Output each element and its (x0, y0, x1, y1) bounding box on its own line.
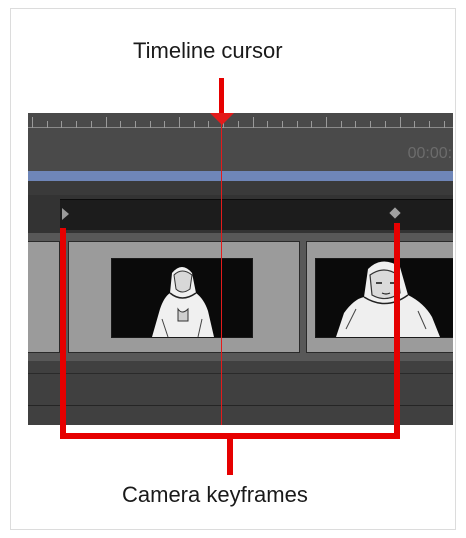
timeline-cursor-line[interactable] (221, 113, 222, 425)
ruler-tick (90, 121, 92, 128)
ruler-tick (370, 121, 372, 128)
character-sketch-2 (336, 261, 440, 337)
keyframe-bracket-left (60, 228, 66, 438)
ruler-tick (46, 121, 48, 128)
panel-clip-previous[interactable] (28, 241, 60, 353)
ruler-tick (355, 121, 357, 128)
track-divider (28, 405, 453, 406)
camera-keyframes-caption: Camera keyframes (122, 482, 308, 507)
ruler-tick (134, 121, 136, 128)
ruler-tick (105, 117, 107, 128)
timeline-cursor-caption: Timeline cursor (133, 38, 283, 63)
keyframe-bracket-right (394, 223, 400, 438)
ruler-tick (237, 121, 239, 128)
panel-thumbnail-2 (315, 258, 453, 338)
ruler-tick (61, 121, 63, 128)
ruler-tick (428, 121, 430, 128)
keyframe-callout-stem (227, 433, 233, 475)
ruler-tick (179, 117, 180, 128)
keyframe-start-icon[interactable] (62, 208, 69, 220)
ruler-tick (414, 121, 416, 128)
panel-clip-1[interactable] (68, 241, 300, 353)
timeline-panel: 00:00:1 (28, 113, 453, 425)
ruler-tick (326, 117, 327, 128)
ruler-tick (76, 121, 78, 128)
ruler-tick (32, 117, 33, 128)
track-divider (28, 373, 453, 374)
ruler-tick (193, 121, 195, 128)
camera-track[interactable] (28, 195, 453, 233)
ruler-tick (252, 117, 254, 128)
ruler-tick (443, 121, 445, 128)
timeline-cursor-icon[interactable] (210, 113, 234, 125)
character-sketch-1 (152, 267, 214, 337)
panel-thumbnail-1 (111, 258, 253, 338)
ruler-tick (340, 121, 342, 128)
ruler-tick (267, 121, 269, 128)
ruler-tick (296, 121, 298, 128)
ruler-tick (164, 121, 166, 128)
ruler-tick (281, 121, 283, 128)
ruler-tick (149, 121, 151, 128)
time-ruler[interactable]: 00:00:1 (28, 113, 453, 171)
timecode-readout: 00:00:1 (407, 145, 453, 162)
lower-track[interactable] (28, 361, 453, 425)
scene-bar[interactable] (28, 171, 453, 181)
ruler-tick (311, 121, 313, 128)
ruler-tick (120, 121, 122, 128)
track-separator (28, 181, 453, 195)
panel-clip-2[interactable] (306, 241, 453, 353)
panel-track (28, 233, 453, 361)
ruler-tick (384, 121, 386, 128)
ruler-tick (399, 117, 401, 128)
